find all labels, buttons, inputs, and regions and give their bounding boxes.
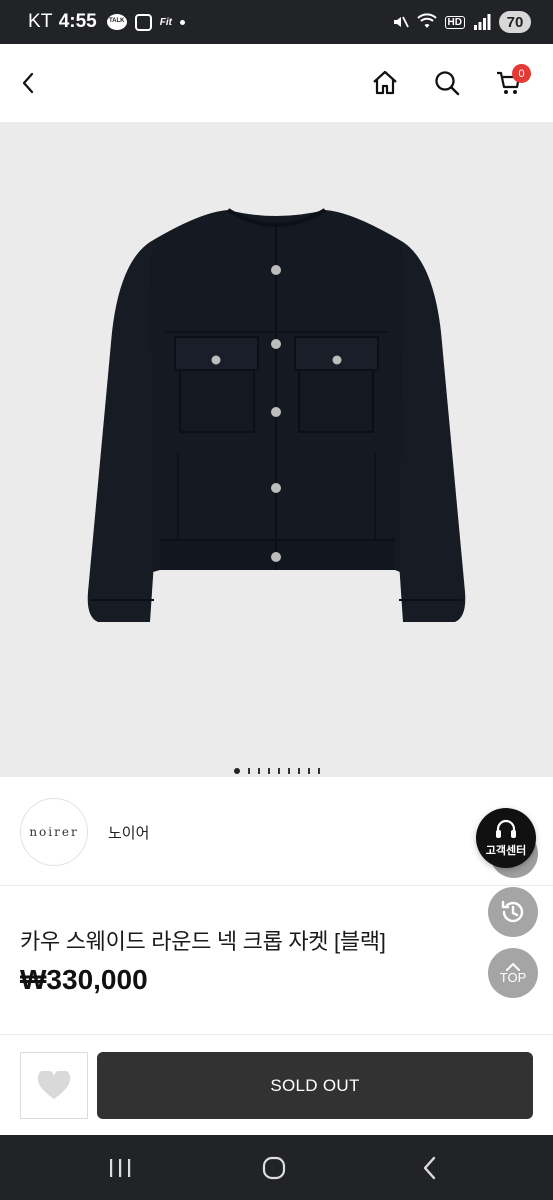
brand-row[interactable]: noirer 노이어 (0, 778, 553, 886)
kakaotalk-badge-text: TALK (108, 18, 125, 24)
brand-name[interactable]: 노이어 (108, 822, 149, 843)
screenshot-icon (134, 13, 152, 31)
customer-center-label: 고객센터 (485, 845, 527, 857)
sold-out-button[interactable]: SOLD OUT (97, 1052, 533, 1119)
recent-apps-icon (110, 1158, 131, 1177)
carousel-dot[interactable] (257, 768, 260, 774)
history-icon (501, 900, 524, 923)
home-pill-icon (262, 1156, 286, 1179)
system-navigation-bar (0, 1135, 553, 1200)
mute-icon (393, 16, 409, 28)
home-button[interactable] (360, 44, 410, 122)
carousel-dot[interactable] (297, 768, 300, 774)
scroll-to-top-button[interactable]: TOP (488, 948, 538, 998)
battery-icon: 70 (499, 11, 531, 33)
brand-logo[interactable]: noirer (20, 798, 88, 866)
product-image-carousel[interactable] (0, 122, 553, 777)
clock: 4:55 (58, 11, 97, 32)
home-icon (373, 70, 397, 95)
heart-icon (37, 1070, 71, 1099)
product-image (87, 208, 466, 622)
system-icons: HD 70 (391, 11, 531, 33)
system-home-button[interactable] (234, 1135, 314, 1200)
kakaotalk-icon: TALK (106, 14, 127, 30)
recent-apps-button[interactable] (80, 1135, 160, 1200)
carousel-dot[interactable] (277, 768, 280, 774)
carousel-dot[interactable] (307, 768, 310, 774)
carousel-indicator (0, 765, 553, 777)
system-back-button[interactable] (390, 1135, 470, 1200)
carousel-dot[interactable] (317, 768, 320, 774)
cart-button[interactable]: 0 (484, 44, 534, 122)
fit-app-icon: Fit (159, 16, 172, 28)
signal-icon (474, 14, 491, 30)
cart-count-badge: 0 (512, 64, 531, 83)
carousel-dot-active[interactable] (233, 768, 240, 774)
back-button[interactable] (4, 44, 54, 122)
headset-icon (496, 819, 516, 838)
notification-icons: TALK Fit (106, 13, 185, 31)
search-button[interactable] (422, 44, 472, 122)
product-detail-screen: KT 4:55 TALK Fit HD 70 0 noirer 노이어 카우 스… (0, 0, 553, 1200)
recently-viewed-button[interactable] (488, 887, 538, 937)
chevron-left-icon (423, 1156, 436, 1179)
customer-center-button[interactable]: 고객센터 (476, 808, 536, 868)
more-notifications-dot-icon (179, 19, 185, 25)
wifi-icon (416, 13, 437, 28)
chevron-left-icon (22, 72, 34, 94)
carousel-dot[interactable] (287, 768, 290, 774)
product-price: ₩330,000 (20, 964, 148, 995)
section-divider (0, 1034, 553, 1035)
carrier-label: KT (28, 11, 53, 32)
search-icon (435, 71, 460, 96)
carousel-dot[interactable] (267, 768, 270, 774)
status-bar: KT 4:55 TALK Fit HD 70 (0, 0, 553, 44)
top-label: TOP (499, 969, 527, 985)
wishlist-button[interactable] (20, 1052, 88, 1119)
product-title: 카우 스웨이드 라운드 넥 크롭 자켓 [블랙] (20, 929, 386, 954)
hd-voice-icon: HD (444, 15, 465, 29)
carousel-dot[interactable] (247, 768, 250, 774)
app-header: 0 (0, 44, 553, 122)
